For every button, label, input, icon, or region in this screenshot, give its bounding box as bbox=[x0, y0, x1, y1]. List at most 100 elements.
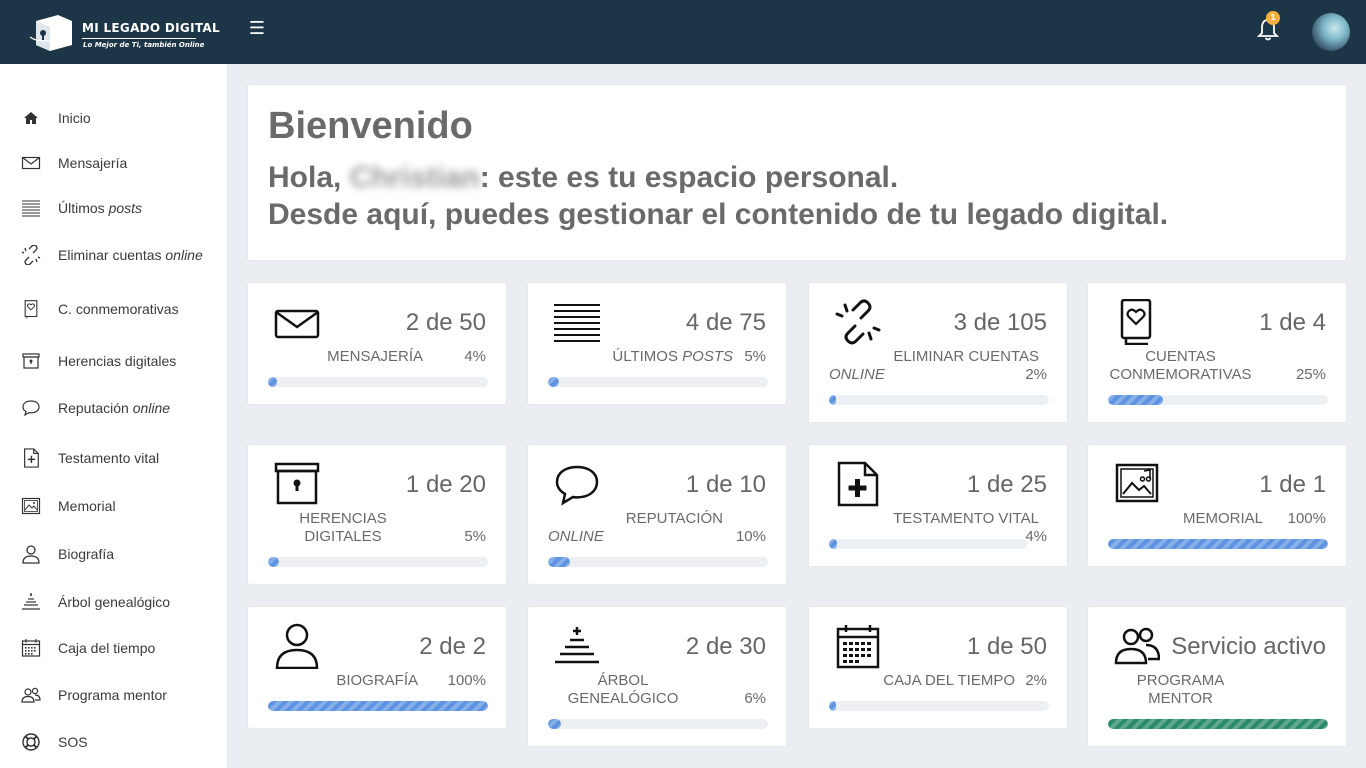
image-music-icon bbox=[20, 494, 42, 518]
stat-card-reputacion[interactable]: 1 de 10 REPUTACIÓN ONLINE 10% bbox=[527, 444, 787, 585]
progress-bar bbox=[548, 719, 768, 729]
sidebar-item-label: Testamento vital bbox=[58, 450, 160, 466]
heart-book-icon bbox=[20, 297, 42, 321]
card-label: ÚLTIMOS POSTS bbox=[612, 348, 733, 365]
card-label: CAJA DEL TIEMPO bbox=[883, 672, 1015, 689]
speech-bubble-icon bbox=[554, 461, 600, 507]
broken-link-icon bbox=[835, 299, 881, 345]
progress-bar bbox=[829, 539, 1027, 549]
sidebar-item-sos[interactable]: SOS bbox=[0, 724, 228, 760]
home-icon bbox=[20, 106, 42, 130]
sidebar: Inicio Mensajería Últimos posts Eliminar… bbox=[0, 64, 228, 768]
users-icon bbox=[1114, 623, 1161, 669]
progress-fill bbox=[829, 395, 836, 405]
progress-fill bbox=[548, 377, 559, 387]
users-icon bbox=[20, 683, 42, 707]
sidebar-item-conmemorativas[interactable]: C. conmemorativas bbox=[0, 291, 228, 327]
sidebar-item-label: SOS bbox=[58, 734, 88, 750]
card-label: HERENCIAS DIGITALES bbox=[299, 510, 387, 545]
card-percent: 25% bbox=[1295, 366, 1326, 383]
stat-card-programa-mentor[interactable]: Servicio activo PROGRAMA MENTOR bbox=[1087, 606, 1347, 747]
progress-bar bbox=[268, 701, 488, 711]
progress-fill bbox=[268, 377, 277, 387]
sidebar-item-herencias[interactable]: Herencias digitales bbox=[0, 343, 228, 379]
progress-bar bbox=[548, 377, 768, 387]
sidebar-item-label: Árbol genealógico bbox=[58, 594, 171, 610]
logo-box-icon bbox=[29, 15, 72, 51]
card-value: 1 de 1 bbox=[1259, 471, 1326, 498]
card-label: TESTAMENTO VITAL bbox=[893, 510, 1039, 527]
sidebar-item-label: Mensajería bbox=[58, 155, 128, 171]
card-label: CUENTAS CONMEMORATIVAS bbox=[1109, 348, 1252, 383]
sidebar-item-label: Programa mentor bbox=[58, 687, 167, 703]
sidebar-item-mensajeria[interactable]: Mensajería bbox=[0, 145, 228, 181]
welcome-card: Bienvenido Hola, Christian: este es tu e… bbox=[247, 84, 1347, 261]
page-title: Bienvenido bbox=[268, 105, 473, 147]
card-label: MEMORIAL bbox=[1182, 510, 1263, 527]
avatar[interactable] bbox=[1312, 13, 1350, 51]
card-percent: 5% bbox=[464, 528, 486, 545]
card-percent: 4% bbox=[1025, 528, 1047, 545]
progress-fill bbox=[548, 557, 570, 567]
card-value: 2 de 30 bbox=[685, 633, 766, 660]
sidebar-item-reputacion[interactable]: Reputación online bbox=[0, 390, 228, 426]
sidebar-item-label: Eliminar cuentas online bbox=[58, 247, 203, 263]
sidebar-item-programa-mentor[interactable]: Programa mentor bbox=[0, 677, 228, 713]
stat-card-eliminar-cuentas[interactable]: 3 de 105 ELIMINAR CUENTAS ONLINE 2% bbox=[808, 282, 1068, 423]
sidebar-item-arbol[interactable]: Árbol genealógico bbox=[0, 584, 228, 620]
logo[interactable]: MI LEGADO DIGITAL Lo Mejor de Ti, tambié… bbox=[28, 11, 220, 53]
stat-card-biografia[interactable]: 2 de 2 BIOGRAFÍA 100% bbox=[247, 606, 507, 729]
logo-underline bbox=[82, 38, 196, 39]
progress-bar bbox=[829, 701, 1049, 711]
sidebar-item-label: C. conmemorativas bbox=[58, 301, 179, 317]
card-label: BIOGRAFÍA bbox=[336, 672, 418, 689]
card-value: 1 de 25 bbox=[966, 471, 1047, 498]
card-value: 2 de 2 bbox=[419, 633, 486, 660]
document-plus-icon bbox=[835, 461, 881, 507]
sidebar-item-memorial[interactable]: Memorial bbox=[0, 488, 228, 524]
logo-subtitle: Lo Mejor de Ti, también Online bbox=[83, 41, 205, 49]
sidebar-item-label: Últimos posts bbox=[58, 200, 143, 216]
card-value: 1 de 4 bbox=[1259, 309, 1326, 336]
card-percent: 6% bbox=[744, 690, 766, 707]
progress-fill bbox=[829, 701, 836, 711]
card-label: MENSAJERÍA bbox=[327, 348, 423, 365]
card-value: 1 de 10 bbox=[685, 471, 766, 498]
progress-fill bbox=[1108, 395, 1163, 405]
hamburger-menu-icon[interactable]: ☰ bbox=[246, 18, 268, 40]
card-label: ELIMINAR CUENTAS ONLINE bbox=[829, 348, 1039, 383]
stat-card-conmemorativas[interactable]: 1 de 4 CUENTAS CONMEMORATIVAS 25% bbox=[1087, 282, 1347, 423]
sidebar-item-caja-tiempo[interactable]: Caja del tiempo bbox=[0, 630, 228, 666]
calendar-icon bbox=[835, 623, 881, 669]
card-value: 1 de 20 bbox=[405, 471, 486, 498]
card-label: REPUTACIÓN ONLINE bbox=[548, 510, 723, 545]
stat-card-memorial[interactable]: 1 de 1 MEMORIAL 100% bbox=[1087, 444, 1347, 567]
progress-bar bbox=[268, 377, 488, 387]
card-percent: 4% bbox=[464, 348, 486, 365]
card-percent: 2% bbox=[1025, 366, 1047, 383]
sidebar-item-biografia[interactable]: Biografía bbox=[0, 536, 228, 572]
progress-bar bbox=[548, 557, 768, 567]
progress-fill bbox=[268, 557, 279, 567]
lines-icon bbox=[554, 299, 600, 345]
top-bar: MI LEGADO DIGITAL Lo Mejor de Ti, tambié… bbox=[0, 0, 1366, 64]
greeting-line: Hola, Christian: este es tu espacio pers… bbox=[268, 161, 899, 194]
sidebar-item-eliminar-cuentas[interactable]: Eliminar cuentas online bbox=[0, 237, 228, 273]
sidebar-item-label: Inicio bbox=[58, 110, 91, 126]
card-value: 4 de 75 bbox=[685, 309, 766, 336]
user-icon bbox=[20, 542, 42, 566]
sidebar-item-testamento[interactable]: Testamento vital bbox=[0, 440, 228, 476]
stat-card-testamento[interactable]: 1 de 25 TESTAMENTO VITAL 4% bbox=[808, 444, 1068, 567]
stat-card-caja-tiempo[interactable]: 1 de 50 CAJA DEL TIEMPO 2% bbox=[808, 606, 1068, 729]
progress-bar bbox=[1108, 719, 1328, 729]
progress-bar bbox=[1108, 539, 1328, 549]
stat-card-arbol[interactable]: 2 de 30 ÁRBOL GENEALÓGICO 6% bbox=[527, 606, 787, 747]
stat-card-mensajeria[interactable]: 2 de 50 MENSAJERÍA 4% bbox=[247, 282, 507, 405]
stat-card-herencias[interactable]: 1 de 20 HERENCIAS DIGITALES 5% bbox=[247, 444, 507, 585]
card-percent: 100% bbox=[447, 672, 486, 689]
sidebar-item-inicio[interactable]: Inicio bbox=[0, 100, 228, 136]
stat-card-ultimos-posts[interactable]: 4 de 75 ÚLTIMOS POSTS 5% bbox=[527, 282, 787, 405]
progress-fill bbox=[829, 539, 837, 549]
card-label: PROGRAMA MENTOR bbox=[1136, 672, 1225, 707]
sidebar-item-ultimos-posts[interactable]: Últimos posts bbox=[0, 190, 228, 226]
